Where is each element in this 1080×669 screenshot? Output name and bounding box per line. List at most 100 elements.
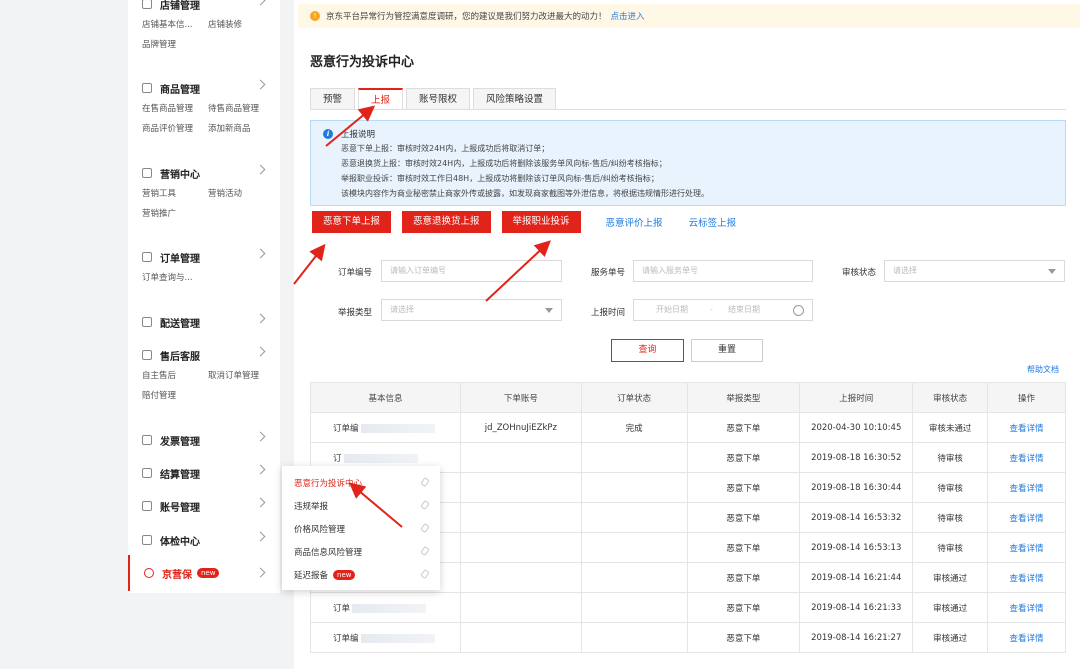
col-account: 下单账号 bbox=[459, 382, 582, 413]
nav-sub-item[interactable]: 在售商品管理 bbox=[142, 99, 208, 119]
nav-sub-item[interactable]: 取消订单管理 bbox=[208, 366, 274, 386]
cell-operation: 查看详情 bbox=[987, 592, 1066, 623]
flyout-menu: 恶意行为投诉中心 违规举报 价格风险管理 商品信息风险管理 延迟报备 new bbox=[282, 466, 440, 590]
view-detail-link[interactable]: 查看详情 bbox=[1010, 604, 1044, 614]
nav-sub-item[interactable]: 营销工具 bbox=[142, 184, 208, 204]
malicious-return-report-button[interactable]: 恶意退换货上报 bbox=[402, 211, 491, 233]
nav-head-marketing[interactable]: 营销中心 bbox=[128, 162, 280, 184]
service-no-input[interactable]: 请输入服务单号 bbox=[633, 260, 813, 282]
view-detail-link[interactable]: 查看详情 bbox=[1010, 454, 1044, 464]
nav-sub-item[interactable]: 待售商品管理 bbox=[208, 99, 274, 119]
chevron-right-icon bbox=[255, 346, 266, 357]
nav-sub-item[interactable]: 自主售后 bbox=[142, 366, 208, 386]
info-line: 恶意下单上报：审核时效24H内，上报成功后将取消订单； bbox=[341, 144, 550, 153]
reset-button[interactable]: 重置 bbox=[691, 339, 763, 362]
pin-icon[interactable] bbox=[420, 500, 430, 510]
cell-account bbox=[459, 502, 582, 533]
nav-sub-item[interactable]: 营销推广 bbox=[142, 204, 208, 224]
tab-account-limit[interactable]: 账号限权 bbox=[406, 88, 471, 110]
nav-sub-item[interactable]: 品牌管理 bbox=[142, 35, 208, 55]
cell-report-type: 恶意下单 bbox=[686, 472, 801, 503]
view-detail-link[interactable]: 查看详情 bbox=[1010, 574, 1044, 584]
menu-item-complaint-center[interactable]: 恶意行为投诉中心 bbox=[282, 471, 440, 494]
menu-item-product-risk[interactable]: 商品信息风险管理 bbox=[282, 540, 440, 563]
pin-icon[interactable] bbox=[420, 477, 430, 487]
start-date[interactable]: 开始日期 bbox=[656, 300, 688, 320]
nav-head-shop[interactable]: 店铺管理 bbox=[128, 0, 280, 15]
menu-item-delay-filing[interactable]: 延迟报备 new bbox=[282, 563, 440, 586]
nav-sub-item[interactable]: 营销活动 bbox=[208, 184, 274, 204]
order-no-input[interactable]: 请输入订单编号 bbox=[381, 260, 562, 282]
info-line: 恶意退换货上报：审核时效24H内，上报成功后将删除该服务单风向标-售后/纠纷考核… bbox=[341, 159, 667, 168]
nav-head-jyb[interactable]: 京营保 new bbox=[128, 555, 280, 591]
nav-head-invoice[interactable]: 发票管理 bbox=[128, 429, 280, 451]
cell-order-status bbox=[580, 592, 688, 623]
invoice-icon bbox=[142, 435, 152, 445]
help-doc-link[interactable]: 帮助文档 bbox=[1027, 364, 1059, 375]
cell-report-type: 恶意下单 bbox=[686, 562, 801, 593]
audit-status-select[interactable]: 请选择 bbox=[884, 260, 1065, 282]
end-date[interactable]: 结束日期 bbox=[728, 300, 760, 320]
caret-down-icon bbox=[545, 308, 553, 313]
audit-status-label: 审核状态 bbox=[841, 268, 876, 278]
new-badge: new bbox=[197, 568, 220, 578]
nav-head-aftersale[interactable]: 售后客服 bbox=[128, 344, 280, 366]
calculator-icon bbox=[142, 468, 152, 478]
view-detail-link[interactable]: 查看详情 bbox=[1010, 544, 1044, 554]
view-detail-link[interactable]: 查看详情 bbox=[1010, 514, 1044, 524]
cell-basic-text: 订单编 bbox=[333, 633, 359, 644]
nav-sub-item[interactable]: 商品评价管理 bbox=[142, 119, 208, 139]
info-box: i 上报说明 恶意下单上报：审核时效24H内，上报成功后将取消订单； 恶意退换货上… bbox=[310, 120, 1066, 206]
clock-icon bbox=[793, 305, 804, 316]
cell-audit-status: 待审核 bbox=[912, 502, 989, 533]
cell-audit-status: 审核通过 bbox=[912, 592, 989, 623]
headset-icon bbox=[142, 350, 152, 360]
cell-operation: 查看详情 bbox=[987, 532, 1066, 563]
view-detail-link[interactable]: 查看详情 bbox=[1010, 484, 1044, 494]
report-type-select[interactable]: 请选择 bbox=[381, 299, 562, 321]
nav-head-delivery[interactable]: 配送管理 bbox=[128, 311, 280, 333]
nav-head-product[interactable]: 商品管理 bbox=[128, 77, 280, 99]
nav-head-account[interactable]: 账号管理 bbox=[128, 495, 280, 517]
nav-group-aftersale: 售后客服 自主售后 取消订单管理 赔付管理 bbox=[128, 344, 280, 406]
nav-sub-item[interactable]: 订单查询与... bbox=[142, 268, 208, 288]
caret-down-icon bbox=[1048, 269, 1056, 274]
notice-link[interactable]: 点击进入 bbox=[611, 10, 645, 22]
tab-warning[interactable]: 预警 bbox=[310, 88, 356, 110]
menu-item-label: 延迟报备 bbox=[294, 570, 329, 581]
tab-risk-strategy[interactable]: 风险策略设置 bbox=[473, 88, 557, 110]
view-detail-link[interactable]: 查看详情 bbox=[1010, 424, 1044, 434]
cell-basic: 订单 bbox=[310, 592, 461, 623]
query-button[interactable]: 查询 bbox=[611, 339, 684, 362]
col-audit-status: 审核状态 bbox=[912, 382, 989, 413]
pin-icon[interactable] bbox=[420, 569, 430, 579]
pin-icon[interactable] bbox=[420, 546, 430, 556]
view-detail-link[interactable]: 查看详情 bbox=[1010, 634, 1044, 644]
nav-head-checkup[interactable]: 体检中心 bbox=[128, 529, 280, 551]
professional-complaint-button[interactable]: 举报职业投诉 bbox=[501, 211, 581, 233]
nav-sub-item[interactable]: 店铺基本信... bbox=[142, 15, 208, 35]
malicious-order-report-button[interactable]: 恶意下单上报 bbox=[312, 211, 392, 233]
cell-basic-text: 订单编 bbox=[333, 423, 359, 434]
pin-icon[interactable] bbox=[420, 523, 430, 533]
report-time-range[interactable]: 开始日期 - 结束日期 bbox=[633, 299, 813, 321]
date-separator: - bbox=[710, 305, 713, 314]
cell-basic: 订单编 bbox=[310, 412, 461, 443]
cloud-tag-report-link[interactable]: 云标签上报 bbox=[689, 215, 737, 229]
chevron-right-icon bbox=[255, 0, 266, 6]
table-row: 订单编 恶意下单 2019-08-14 16:21:27 审核通过 查看详情 bbox=[310, 622, 1066, 653]
menu-item-violation-report[interactable]: 违规举报 bbox=[282, 494, 440, 517]
tab-report[interactable]: 上报 bbox=[358, 88, 404, 110]
col-basic: 基本信息 bbox=[310, 382, 461, 413]
table-header-row: 基本信息 下单账号 订单状态 举报类型 上报时间 审核状态 操作 bbox=[310, 382, 1066, 413]
nav-sub-item[interactable]: 店铺装修 bbox=[208, 15, 274, 35]
menu-item-price-risk[interactable]: 价格风险管理 bbox=[282, 517, 440, 540]
nav-sub-item[interactable]: 添加新商品 bbox=[208, 119, 274, 139]
chevron-right-icon bbox=[255, 497, 266, 508]
cell-audit-status: 待审核 bbox=[912, 442, 989, 473]
nav-sub-item[interactable]: 赔付管理 bbox=[142, 386, 208, 406]
cell-report-type: 恶意下单 bbox=[686, 622, 801, 653]
nav-head-order[interactable]: 订单管理 bbox=[128, 246, 280, 268]
malicious-review-report-link[interactable]: 恶意评价上报 bbox=[606, 215, 663, 229]
nav-head-settlement[interactable]: 结算管理 bbox=[128, 462, 280, 484]
